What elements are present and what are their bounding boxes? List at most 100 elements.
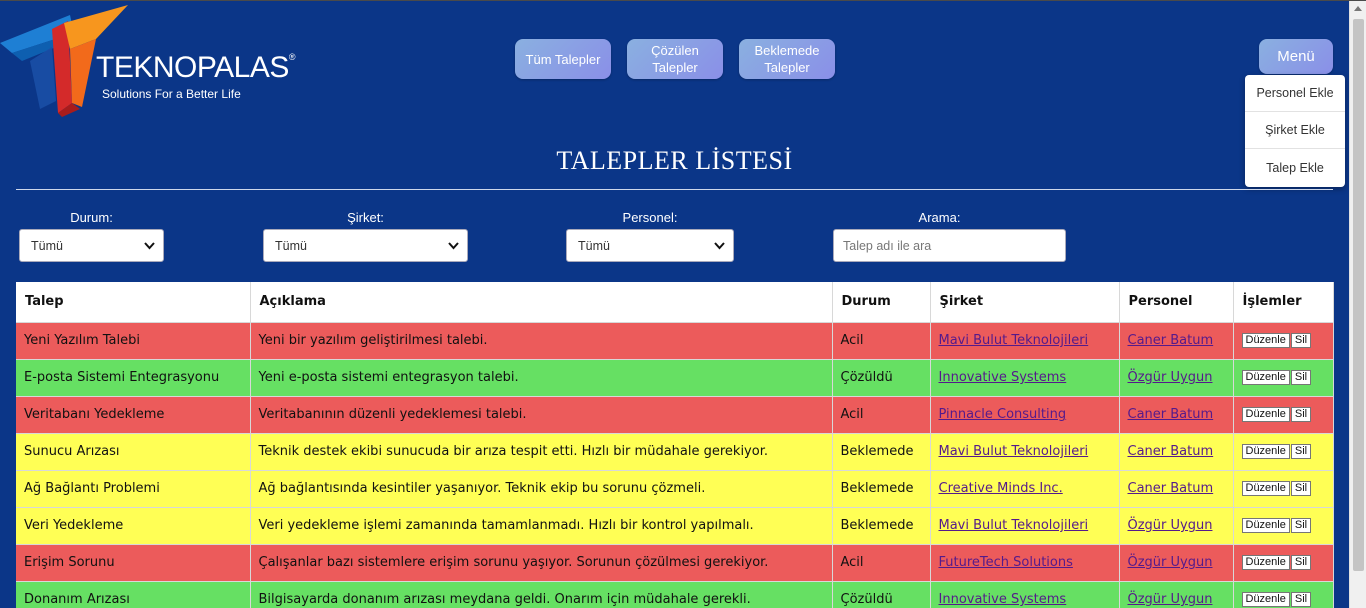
edit-button[interactable]: Düzenle [1241,333,1290,348]
table-header-row: Talep Açıklama Durum Şirket Personel İşl… [16,282,1334,323]
delete-button[interactable]: Sil [1290,481,1312,496]
delete-button[interactable]: Sil [1290,370,1312,385]
staff-link[interactable]: Caner Batum [1128,333,1214,348]
status-filter-label: Durum: [70,210,113,225]
cell-personel: Özgür Uygun [1119,544,1234,582]
delete-button[interactable]: Sil [1290,592,1312,607]
cell-sirket: FutureTech Solutions [930,544,1120,582]
vertical-scrollbar[interactable] [1349,1,1366,608]
delete-button[interactable]: Sil [1290,333,1312,348]
all-requests-button[interactable]: Tüm Talepler [515,39,611,79]
delete-button[interactable]: Sil [1290,444,1312,459]
table-row: Veri Yedekleme Veri yedekleme işlemi zam… [16,507,1334,545]
cell-aciklama: Veri yedekleme işlemi zamanında tamamlan… [250,507,833,545]
cell-personel: Caner Batum [1119,322,1234,360]
edit-button[interactable]: Düzenle [1241,518,1290,533]
teknopalas-logo[interactable]: TEKNOPALAS® Solutions For a Better Life [0,3,300,118]
col-header-aciklama[interactable]: Açıklama [250,282,833,323]
company-filter-label: Şirket: [347,210,384,225]
staff-link[interactable]: Caner Batum [1128,481,1214,496]
company-filter-value: Tümü [275,238,307,253]
cell-personel: Caner Batum [1119,470,1234,508]
company-link[interactable]: Mavi Bulut Teknolojileri [939,518,1089,533]
staff-link[interactable]: Özgür Uygun [1128,592,1213,607]
company-link[interactable]: FutureTech Solutions [939,555,1073,570]
cell-durum: Çözüldü [832,581,931,608]
cell-sirket: Innovative Systems [930,581,1120,608]
cell-personel: Caner Batum [1119,433,1234,471]
cell-aciklama: Teknik destek ekibi sunucuda bir arıza t… [250,433,833,471]
cell-aciklama: Ağ bağlantısında kesintiler yaşanıyor. T… [250,470,833,508]
cell-personel: Özgür Uygun [1119,507,1234,545]
menu-item-add-staff[interactable]: Personel Ekle [1245,75,1345,112]
delete-button[interactable]: Sil [1290,407,1312,422]
solved-requests-button[interactable]: Çözülen Talepler [627,39,723,79]
cell-actions: Düzenle Sil [1233,322,1334,360]
edit-button[interactable]: Düzenle [1241,370,1290,385]
table-row: Ağ Bağlantı Problemi Ağ bağlantısında ke… [16,470,1334,508]
edit-button[interactable]: Düzenle [1241,481,1290,496]
staff-link[interactable]: Caner Batum [1128,444,1214,459]
delete-button[interactable]: Sil [1290,555,1312,570]
cell-aciklama: Çalışanlar bazı sistemlere erişim sorunu… [250,544,833,582]
staff-filter-label: Personel: [622,210,678,225]
table-row: Erişim Sorunu Çalışanlar bazı sistemlere… [16,544,1334,582]
cell-personel: Caner Batum [1119,396,1234,434]
chevron-down-icon [714,242,725,250]
company-link[interactable]: Innovative Systems [939,592,1067,607]
chevron-down-icon [144,242,155,250]
company-link[interactable]: Creative Minds Inc. [939,481,1063,496]
scrollbar-thumb[interactable] [1353,19,1364,571]
cell-sirket: Mavi Bulut Teknolojileri [930,322,1120,360]
cell-durum: Acil [832,322,931,360]
delete-button[interactable]: Sil [1290,518,1312,533]
company-link[interactable]: Mavi Bulut Teknolojileri [939,444,1089,459]
table-row: Donanım Arızası Bilgisayarda donanım arı… [16,581,1334,608]
cell-durum: Acil [832,544,931,582]
chevron-down-icon [448,242,459,250]
pending-requests-button[interactable]: Beklemede Talepler [739,39,835,79]
cell-talep: Yeni Yazılım Talebi [16,322,251,360]
cell-talep: Donanım Arızası [16,581,251,608]
cell-actions: Düzenle Sil [1233,581,1334,608]
menu-item-add-company[interactable]: Şirket Ekle [1245,112,1345,149]
company-filter-select[interactable]: Tümü [263,229,468,262]
cell-sirket: Pinnacle Consulting [930,396,1120,434]
col-header-sirket[interactable]: Şirket [930,282,1120,323]
company-link[interactable]: Pinnacle Consulting [939,407,1067,422]
staff-link[interactable]: Özgür Uygun [1128,518,1213,533]
col-header-islemler[interactable]: İşlemler [1233,282,1334,323]
edit-button[interactable]: Düzenle [1241,407,1290,422]
cell-actions: Düzenle Sil [1233,544,1334,582]
edit-button[interactable]: Düzenle [1241,444,1290,459]
logo-brand-text: TEKNOPALAS® [96,51,295,84]
staff-filter-select[interactable]: Tümü [566,229,734,262]
cell-talep: Veritabanı Yedekleme [16,396,251,434]
status-filter-select[interactable]: Tümü [19,229,164,262]
scroll-up-icon[interactable] [1354,6,1362,11]
cell-talep: E-posta Sistemi Entegrasyonu [16,359,251,397]
menu-button[interactable]: Menü [1259,39,1333,74]
cell-personel: Özgür Uygun [1119,581,1234,608]
staff-link[interactable]: Özgür Uygun [1128,555,1213,570]
staff-link[interactable]: Özgür Uygun [1128,370,1213,385]
col-header-talep[interactable]: Talep [16,282,251,323]
edit-button[interactable]: Düzenle [1241,592,1290,607]
cell-sirket: Mavi Bulut Teknolojileri [930,507,1120,545]
cell-actions: Düzenle Sil [1233,359,1334,397]
table-row: Yeni Yazılım Talebi Yeni bir yazılım gel… [16,322,1334,360]
cell-talep: Erişim Sorunu [16,544,251,582]
company-link[interactable]: Innovative Systems [939,370,1067,385]
staff-link[interactable]: Caner Batum [1128,407,1214,422]
col-header-durum[interactable]: Durum [832,282,931,323]
edit-button[interactable]: Düzenle [1241,555,1290,570]
table-row: Sunucu Arızası Teknik destek ekibi sunuc… [16,433,1334,471]
staff-filter-value: Tümü [578,238,610,253]
search-input[interactable]: Talep adı ile ara [833,229,1066,262]
cell-durum: Beklemede [832,433,931,471]
col-header-personel[interactable]: Personel [1119,282,1234,323]
company-link[interactable]: Mavi Bulut Teknolojileri [939,333,1089,348]
cell-actions: Düzenle Sil [1233,507,1334,545]
title-divider [16,189,1333,190]
table-row: E-posta Sistemi Entegrasyonu Yeni e-post… [16,359,1334,397]
